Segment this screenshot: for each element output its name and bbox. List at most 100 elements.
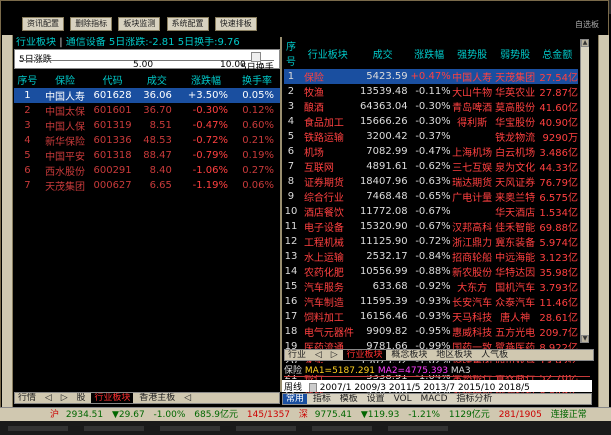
- table-row[interactable]: 1 保险 5423.59 +0.47% 中国人寿 天茂集团 27.54亿: [284, 69, 578, 84]
- table-row[interactable]: 13 水上运输 2532.17 -0.84% 招商轮船 中远海能 3.123亿: [284, 249, 578, 264]
- period-marker[interactable]: [308, 382, 317, 392]
- sector-table-scrollbar[interactable]: ▲ ▼: [580, 39, 589, 343]
- col-header-turnover[interactable]: 换手率: [234, 71, 280, 88]
- sector-index: 16: [284, 296, 298, 307]
- col-header-price[interactable]: 成交: [136, 71, 178, 88]
- toolbar-button-system-config[interactable]: 系统配置: [166, 17, 209, 31]
- tab-concept-sector[interactable]: 概念板块: [388, 350, 430, 360]
- sector-total-amount: 3.793亿: [539, 283, 578, 294]
- sector-volume: 2532.17: [366, 251, 408, 262]
- tab-scroll-left-icon[interactable]: ◁: [181, 393, 194, 403]
- col-header-change[interactable]: 涨跌幅: [408, 37, 451, 69]
- tab-prev-arrow-icon[interactable]: ◁: [312, 350, 325, 360]
- col-header-strong-stock[interactable]: 强势股: [451, 37, 494, 69]
- sector-index: 5: [287, 131, 295, 142]
- chart-toolbar-vol[interactable]: VOL: [391, 394, 415, 404]
- table-row[interactable]: 5 中国平安 601318 88.47 -0.79% 0.19%: [14, 148, 280, 163]
- sz-updown: 281/1905: [498, 410, 542, 420]
- col-header-volume[interactable]: 成交: [358, 37, 408, 69]
- left-side-bar: [2, 35, 13, 410]
- range-strip[interactable]: 5日涨跌 5.00 10.00 5日换手: [14, 49, 280, 73]
- sector-total-amount: 44.33亿: [539, 163, 578, 174]
- chart-toolbar-common[interactable]: 常用: [283, 394, 308, 404]
- sector-strong-stock: 长安汽车: [452, 298, 493, 309]
- sector-index: 4: [287, 116, 295, 127]
- corner-label[interactable]: 自选板: [575, 19, 599, 30]
- sector-strong-stock: 瑞达期货: [452, 178, 493, 189]
- toolbar-button-quick-sort[interactable]: 快速排板: [214, 17, 257, 31]
- col-header-index[interactable]: 序号: [14, 71, 41, 88]
- stock-table: 序号 保险 代码 成交 涨跌幅 换手率 1 中国人寿 601628 36.06 +3.5…: [14, 71, 280, 193]
- table-row[interactable]: 4 新华保险 601336 48.53 -0.72% 0.21%: [14, 133, 280, 148]
- tab-popular-sector[interactable]: 人气板: [478, 350, 511, 360]
- table-row[interactable]: 4 食品加工 15666.26 -0.30% 得利斯 华宝股份 40.90亿: [284, 114, 578, 129]
- table-row[interactable]: 17 饲料加工 16156.46 -0.93% 天马科技 唐人神 28.61亿: [284, 309, 578, 324]
- table-row[interactable]: 8 证券期货 18407.96 -0.63% 瑞达期货 天风证券 76.79亿: [284, 174, 578, 189]
- table-row[interactable]: 3 酿酒 64363.04 -0.30% 青岛啤酒 莫高股份 41.60亿: [284, 99, 578, 114]
- table-row[interactable]: 16 汽车制造 11595.39 -0.93% 长安汽车 众泰汽车 11.46亿: [284, 294, 578, 309]
- tab-region-sector[interactable]: 地区板块: [433, 350, 475, 360]
- sector-name: 电子设备: [303, 223, 344, 234]
- sector-total-amount: 5.974亿: [539, 238, 578, 249]
- toolbar-button-delete-indicator[interactable]: 删除指标: [70, 17, 113, 31]
- ma-chart-line: [284, 376, 590, 377]
- sector-name: 互联网: [303, 163, 334, 174]
- sector-weak-stock: 佳禾智能: [495, 223, 536, 234]
- chart-toolbar-analysis[interactable]: 指标分析: [453, 394, 495, 404]
- col-header-sector[interactable]: 行业板块: [298, 37, 358, 69]
- chart-toolbar-indicator[interactable]: 指标: [310, 394, 334, 404]
- sector-index: 10: [284, 206, 298, 217]
- table-row[interactable]: 15 汽车服务 633.68 -0.92% 大东方 国机汽车 3.793亿: [284, 279, 578, 294]
- sector-name: 保险: [297, 69, 358, 84]
- table-row[interactable]: 6 西水股份 600291 8.40 -1.06% 0.27%: [14, 163, 280, 178]
- period-timeline[interactable]: 周线 2007/1 2009/3 2011/5 2013/7 2015/10 2…: [282, 380, 592, 392]
- table-row[interactable]: 7 互联网 4891.61 -0.62% 三七互娱 泉为文化 44.33亿: [284, 159, 578, 174]
- table-row[interactable]: 11 电子设备 15320.90 -0.67% 汉邦高科 佳禾智能 69.88亿: [284, 219, 578, 234]
- chart-toolbar-settings[interactable]: 设置: [364, 394, 388, 404]
- scroll-down-arrow-icon[interactable]: ▼: [581, 335, 589, 343]
- col-header-code[interactable]: 代码: [89, 71, 135, 88]
- tab-next-arrow-icon[interactable]: ▷: [58, 393, 71, 403]
- table-row[interactable]: 5 铁路运输 3200.42 -0.37% 铁龙物流 9290万: [284, 129, 578, 144]
- left-panel-header: 行业板块 | 通信设备 5日涨跌:-2.81 5日换手:9.76: [14, 37, 280, 49]
- table-row[interactable]: 2 牧渔 13539.48 -0.11% 大山牛物 华英农业 27.87亿: [284, 84, 578, 99]
- sector-weak-stock: 华天酒店: [495, 208, 536, 219]
- tab-industry-sector[interactable]: 行业板块: [343, 350, 386, 360]
- sector-weak-stock: 天茂集团: [493, 69, 537, 84]
- table-row[interactable]: 7 天茂集团 000627 6.65 -1.19% 0.06%: [14, 178, 280, 193]
- col-header-total-amount[interactable]: 总金额: [537, 37, 578, 69]
- table-row[interactable]: 3 中国人保 601319 8.51 -0.47% 0.60%: [14, 118, 280, 133]
- sector-strong-stock: 汉邦高科: [452, 223, 493, 234]
- table-row[interactable]: 2 中国太保 601601 36.70 -0.30% 0.12%: [14, 103, 280, 118]
- col-header-weak-stock[interactable]: 弱势股: [494, 37, 537, 69]
- table-row[interactable]: 6 机场 7082.99 -0.47% 上海机场 白云机场 3.486亿: [284, 144, 578, 159]
- toolbar-button-sector-monitor[interactable]: 板块监测: [118, 17, 161, 31]
- col-header-name[interactable]: 保险: [41, 71, 90, 88]
- sector-volume: 13539.48: [359, 86, 408, 97]
- chart-toolbar-macd[interactable]: MACD: [418, 394, 451, 404]
- panel-divider[interactable]: [280, 37, 282, 392]
- table-row[interactable]: 18 电气元器件 9909.82 -0.95% 惠威科技 五方光电 209.7亿: [284, 324, 578, 339]
- col-header-change[interactable]: 涨跌幅: [178, 71, 234, 88]
- tab-next-arrow-icon[interactable]: ▷: [328, 350, 341, 360]
- tab-industry-sector-left[interactable]: 行业板块: [91, 393, 134, 403]
- toolbar-button-config[interactable]: 资讯配置: [22, 17, 64, 31]
- table-row[interactable]: 10 酒店餐饮 11772.08 -0.67% 华天酒店 1.534亿: [284, 204, 578, 219]
- row-index: 2: [24, 105, 31, 116]
- sector-volume: 11772.08: [359, 206, 408, 217]
- chart-toolbar-template[interactable]: 模板: [337, 394, 361, 404]
- tab-prev-arrow-icon[interactable]: ◁: [42, 393, 55, 403]
- col-header-index[interactable]: 序号: [284, 37, 298, 69]
- scroll-up-arrow-icon[interactable]: ▲: [581, 39, 589, 47]
- stock-name: 新华保险: [45, 137, 86, 148]
- table-row[interactable]: 1 中国人寿 601628 36.06 +3.50% 0.05%: [14, 88, 280, 103]
- tab-quotes[interactable]: 行情: [15, 393, 39, 403]
- tab-market[interactable]: 行业: [285, 350, 309, 360]
- table-row[interactable]: 14 农药化肥 10556.99 -0.88% 新农股份 华特达因 35.98亿: [284, 264, 578, 279]
- sector-volume: 7468.48: [366, 191, 408, 202]
- table-row[interactable]: 9 综合行业 7468.48 -0.65% 广电计量 来奥兰特 6.575亿: [284, 189, 578, 204]
- tab-stock[interactable]: 股: [73, 393, 88, 403]
- period-year: 2018/5: [498, 383, 530, 392]
- table-row[interactable]: 12 工程机械 11125.90 -0.72% 浙江鼎力 冀东装备 5.974亿: [284, 234, 578, 249]
- tab-hk-main-board[interactable]: 香港主板: [136, 393, 178, 403]
